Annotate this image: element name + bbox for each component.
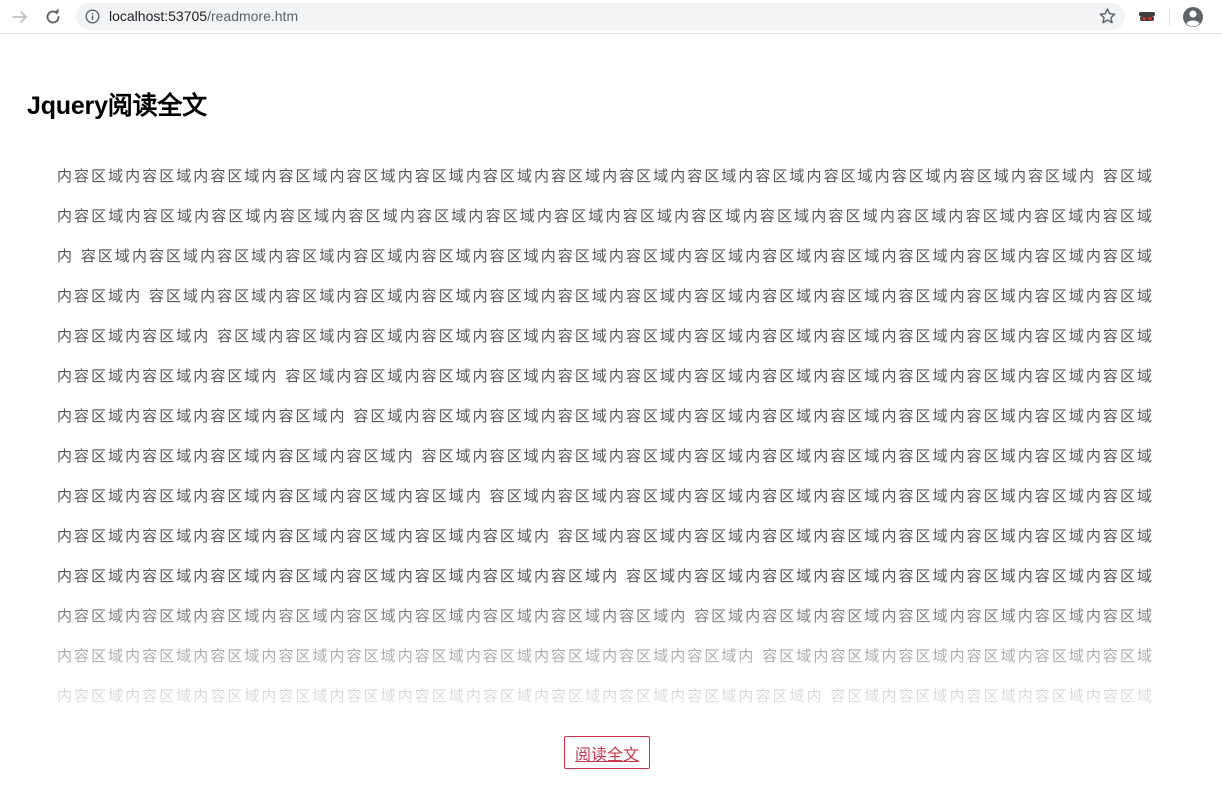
incognito-extension-icon[interactable]	[1136, 6, 1158, 28]
address-bar[interactable]: localhost:53705/readmore.htm	[76, 3, 1125, 30]
reload-button[interactable]	[41, 5, 65, 29]
content-line: 内容区域内容区域内容区域内容区域内 容区域内容区域内容区域内容区域内容区域内容区…	[57, 407, 1152, 425]
url-path: /readmore.htm	[207, 8, 299, 24]
content-line: 内容区域内容区域内容区域内容区域内容区域内容区域内容区域内容区域内容区域内容区域…	[57, 687, 1152, 705]
url-host: localhost:53705	[109, 8, 208, 24]
content-line: 内容区域内容区域内容区域内容区域内容区域内容区域内容区域内容区域内 容区域内容区…	[57, 567, 1152, 585]
content-line: 内容区域内容区域内容区域内容区域内容区域内容区域内容区域内容区域内容区域内 容区…	[57, 607, 1152, 625]
content-line: 内容区域内容区域内容区域内 容区域内容区域内容区域内容区域内容区域内容区域内容区…	[57, 367, 1152, 385]
content-line: 内容区域内容区域内容区域内容区域内容区域内容区域内容区域内容区域内容区域内容区域…	[57, 207, 1152, 225]
content-line: 内容区域内容区域内容区域内容区域内容区域内容区域内容区域内容区域内容区域内容区域…	[57, 167, 1152, 185]
content-line: 内容区域内容区域内容区域内容区域内容区域内容区域内容区域内 容区域内容区域内容区…	[57, 527, 1152, 545]
content-line: 内容区域内容区域内容区域内容区域内容区域内容区域内 容区域内容区域内容区域内容区…	[57, 487, 1152, 505]
content-line: 内容区域内容区域内 容区域内容区域内容区域内容区域内容区域内容区域内容区域内容区…	[57, 327, 1152, 345]
url-text[interactable]: localhost:53705/readmore.htm	[109, 3, 298, 30]
arrow-right-icon	[12, 11, 27, 23]
reload-icon	[46, 8, 60, 24]
back-button[interactable]	[8, 5, 32, 29]
bookmark-star-icon[interactable]	[1098, 7, 1117, 26]
page-title: Jquery阅读全文	[27, 92, 207, 120]
content-area: 内容区域内容区域内容区域内容区域内容区域内容区域内容区域内容区域内容区域内容区域…	[57, 156, 1152, 716]
content-line: 内 容区域内容区域内容区域内容区域内容区域内容区域内容区域内容区域内容区域内容区…	[57, 247, 1152, 265]
content-line: 内容区域内容区域内容区域内容区域内容区域内 容区域内容区域内容区域内容区域内容区…	[57, 447, 1152, 465]
content-line: 内容区域内 容区域内容区域内容区域内容区域内容区域内容区域内容区域内容区域内容区…	[57, 287, 1152, 305]
read-more-button[interactable]: 阅读全文	[564, 736, 650, 769]
content-line: 内容区域内容区域内容区域内容区域内容区域内容区域内容区域内容区域内容区域内容区域…	[57, 647, 1152, 665]
info-icon[interactable]	[85, 9, 100, 24]
browser-toolbar: localhost:53705/readmore.htm	[0, 0, 1222, 34]
profile-avatar-icon[interactable]	[1181, 5, 1205, 29]
toolbar-divider	[1169, 8, 1170, 26]
